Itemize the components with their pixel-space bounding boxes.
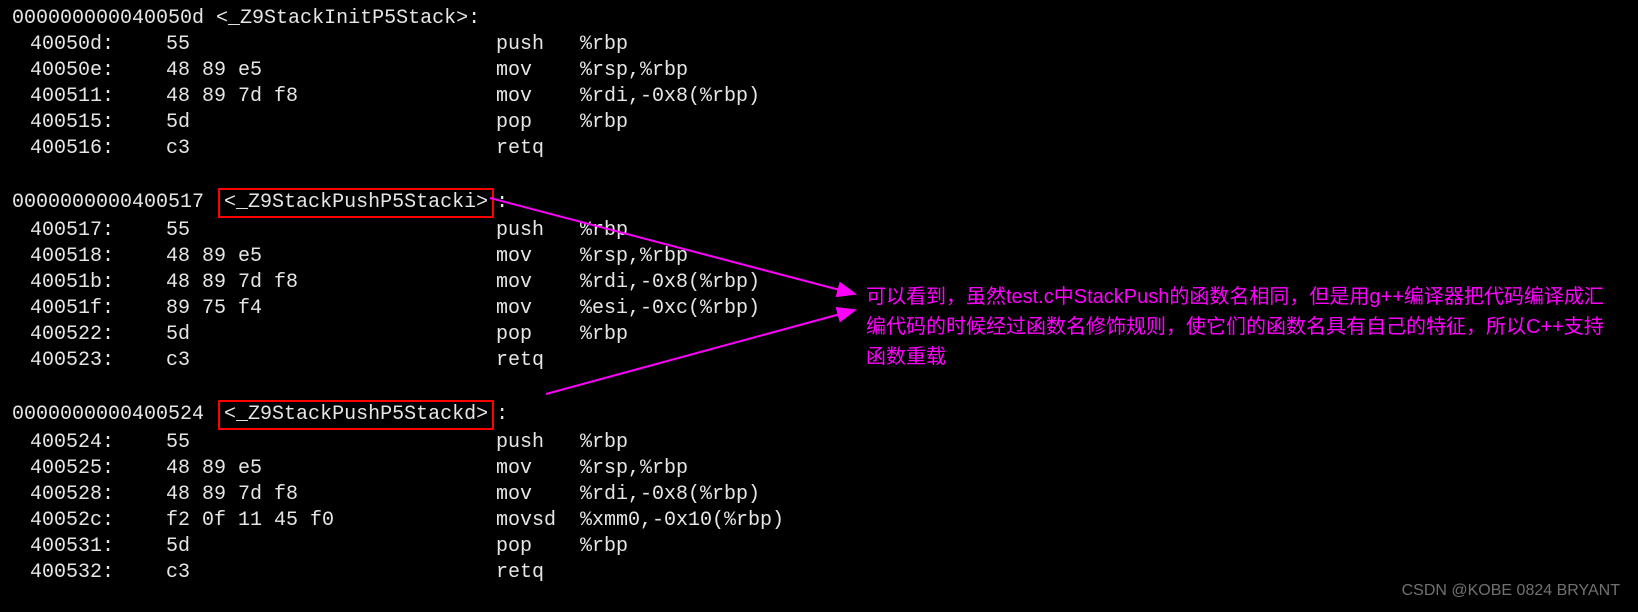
line-mnemonic: pop — [496, 534, 580, 560]
line-operands: %rbp — [580, 534, 628, 560]
asm-line: 40052c:f2 0f 11 45 f0movsd%xmm0,-0x10(%r… — [6, 508, 1638, 534]
asm-line: 40050d:55push%rbp — [6, 32, 1638, 58]
annotation-comment: 可以看到，虽然test.c中StackPush的函数名相同，但是用g++编译器把… — [866, 282, 1616, 372]
line-mnemonic: mov — [496, 244, 580, 270]
line-address: 40050d: — [6, 32, 166, 58]
line-operands: %rdi,-0x8(%rbp) — [580, 482, 760, 508]
line-address: 400523: — [6, 348, 166, 374]
line-bytes: 5d — [166, 534, 496, 560]
line-bytes: 5d — [166, 322, 496, 348]
line-address: 40052c: — [6, 508, 166, 534]
line-bytes: c3 — [166, 136, 496, 162]
line-bytes: 48 89 e5 — [166, 244, 496, 270]
line-mnemonic: mov — [496, 84, 580, 110]
line-bytes: 55 — [166, 430, 496, 456]
line-bytes: 55 — [166, 32, 496, 58]
line-address: 400515: — [6, 110, 166, 136]
line-address: 40051f: — [6, 296, 166, 322]
line-mnemonic: retq — [496, 348, 580, 374]
line-operands: %rsp,%rbp — [580, 456, 688, 482]
symbol-name: <_Z9StackInitP5Stack>: — [216, 7, 480, 30]
line-bytes: 48 89 e5 — [166, 58, 496, 84]
line-mnemonic: retq — [496, 136, 580, 162]
line-operands: %rdi,-0x8(%rbp) — [580, 270, 760, 296]
line-operands: %xmm0,-0x10(%rbp) — [580, 508, 784, 534]
symbol-header: 0000000000400524 <_Z9StackPushP5Stackd>: — [6, 400, 1638, 430]
line-operands: %rsp,%rbp — [580, 244, 688, 270]
line-operands: %rsp,%rbp — [580, 58, 688, 84]
symbol-suffix: : — [496, 403, 508, 426]
line-operands: %rbp — [580, 32, 628, 58]
line-address: 40050e: — [6, 58, 166, 84]
line-mnemonic: mov — [496, 296, 580, 322]
line-mnemonic: mov — [496, 58, 580, 84]
asm-line: 400517:55push%rbp — [6, 218, 1638, 244]
line-mnemonic: mov — [496, 270, 580, 296]
blank-line — [6, 586, 1638, 612]
symbol-header: 0000000000400517 <_Z9StackPushP5Stacki>: — [6, 188, 1638, 218]
line-address: 400517: — [6, 218, 166, 244]
asm-line: 400531:5dpop%rbp — [6, 534, 1638, 560]
watermark: CSDN @KOBE 0824 BRYANT — [1402, 582, 1620, 600]
line-address: 400511: — [6, 84, 166, 110]
asm-line: 400511:48 89 7d f8mov%rdi,-0x8(%rbp) — [6, 84, 1638, 110]
line-bytes: 48 89 7d f8 — [166, 270, 496, 296]
line-bytes: 48 89 7d f8 — [166, 84, 496, 110]
line-address: 400531: — [6, 534, 166, 560]
line-mnemonic: pop — [496, 110, 580, 136]
line-mnemonic: movsd — [496, 508, 580, 534]
symbol-header: 000000000040050d <_Z9StackInitP5Stack>: — [6, 6, 1638, 32]
line-address: 400524: — [6, 430, 166, 456]
line-address: 400525: — [6, 456, 166, 482]
line-operands: %esi,-0xc(%rbp) — [580, 296, 760, 322]
line-address: 40051b: — [6, 270, 166, 296]
line-bytes: 5d — [166, 110, 496, 136]
line-address: 400516: — [6, 136, 166, 162]
line-address: 400528: — [6, 482, 166, 508]
asm-line: 400518:48 89 e5mov%rsp,%rbp — [6, 244, 1638, 270]
asm-line: 400528:48 89 7d f8mov%rdi,-0x8(%rbp) — [6, 482, 1638, 508]
line-address: 400522: — [6, 322, 166, 348]
line-bytes: 48 89 e5 — [166, 456, 496, 482]
line-bytes: c3 — [166, 348, 496, 374]
asm-line: 400532:c3retq — [6, 560, 1638, 586]
line-operands: %rbp — [580, 322, 628, 348]
blank-line — [6, 162, 1638, 188]
line-bytes: f2 0f 11 45 f0 — [166, 508, 496, 534]
asm-line: 400515:5dpop%rbp — [6, 110, 1638, 136]
symbol-address: 0000000000400517 — [6, 191, 204, 214]
symbol-name-highlight-icon: <_Z9StackPushP5Stackd> — [218, 400, 494, 430]
line-bytes: c3 — [166, 560, 496, 586]
line-operands: %rbp — [580, 430, 628, 456]
symbol-suffix: : — [496, 191, 508, 214]
line-mnemonic: push — [496, 430, 580, 456]
line-operands: %rbp — [580, 218, 628, 244]
symbol-address: 0000000000400524 — [6, 403, 204, 426]
line-address: 400518: — [6, 244, 166, 270]
asm-line: 40050e:48 89 e5mov%rsp,%rbp — [6, 58, 1638, 84]
asm-line: 400525:48 89 e5mov%rsp,%rbp — [6, 456, 1638, 482]
line-mnemonic: retq — [496, 560, 580, 586]
line-operands: %rdi,-0x8(%rbp) — [580, 84, 760, 110]
line-mnemonic: mov — [496, 482, 580, 508]
symbol-name-highlight-icon: <_Z9StackPushP5Stacki> — [218, 188, 494, 218]
line-mnemonic: mov — [496, 456, 580, 482]
line-mnemonic: push — [496, 32, 580, 58]
line-operands: %rbp — [580, 110, 628, 136]
line-bytes: 55 — [166, 218, 496, 244]
symbol-address: 000000000040050d — [6, 7, 204, 30]
asm-line: 400524:55push%rbp — [6, 430, 1638, 456]
line-bytes: 48 89 7d f8 — [166, 482, 496, 508]
blank-line — [6, 374, 1638, 400]
asm-line: 400516:c3retq — [6, 136, 1638, 162]
line-address: 400532: — [6, 560, 166, 586]
line-mnemonic: pop — [496, 322, 580, 348]
line-bytes: 89 75 f4 — [166, 296, 496, 322]
line-mnemonic: push — [496, 218, 580, 244]
